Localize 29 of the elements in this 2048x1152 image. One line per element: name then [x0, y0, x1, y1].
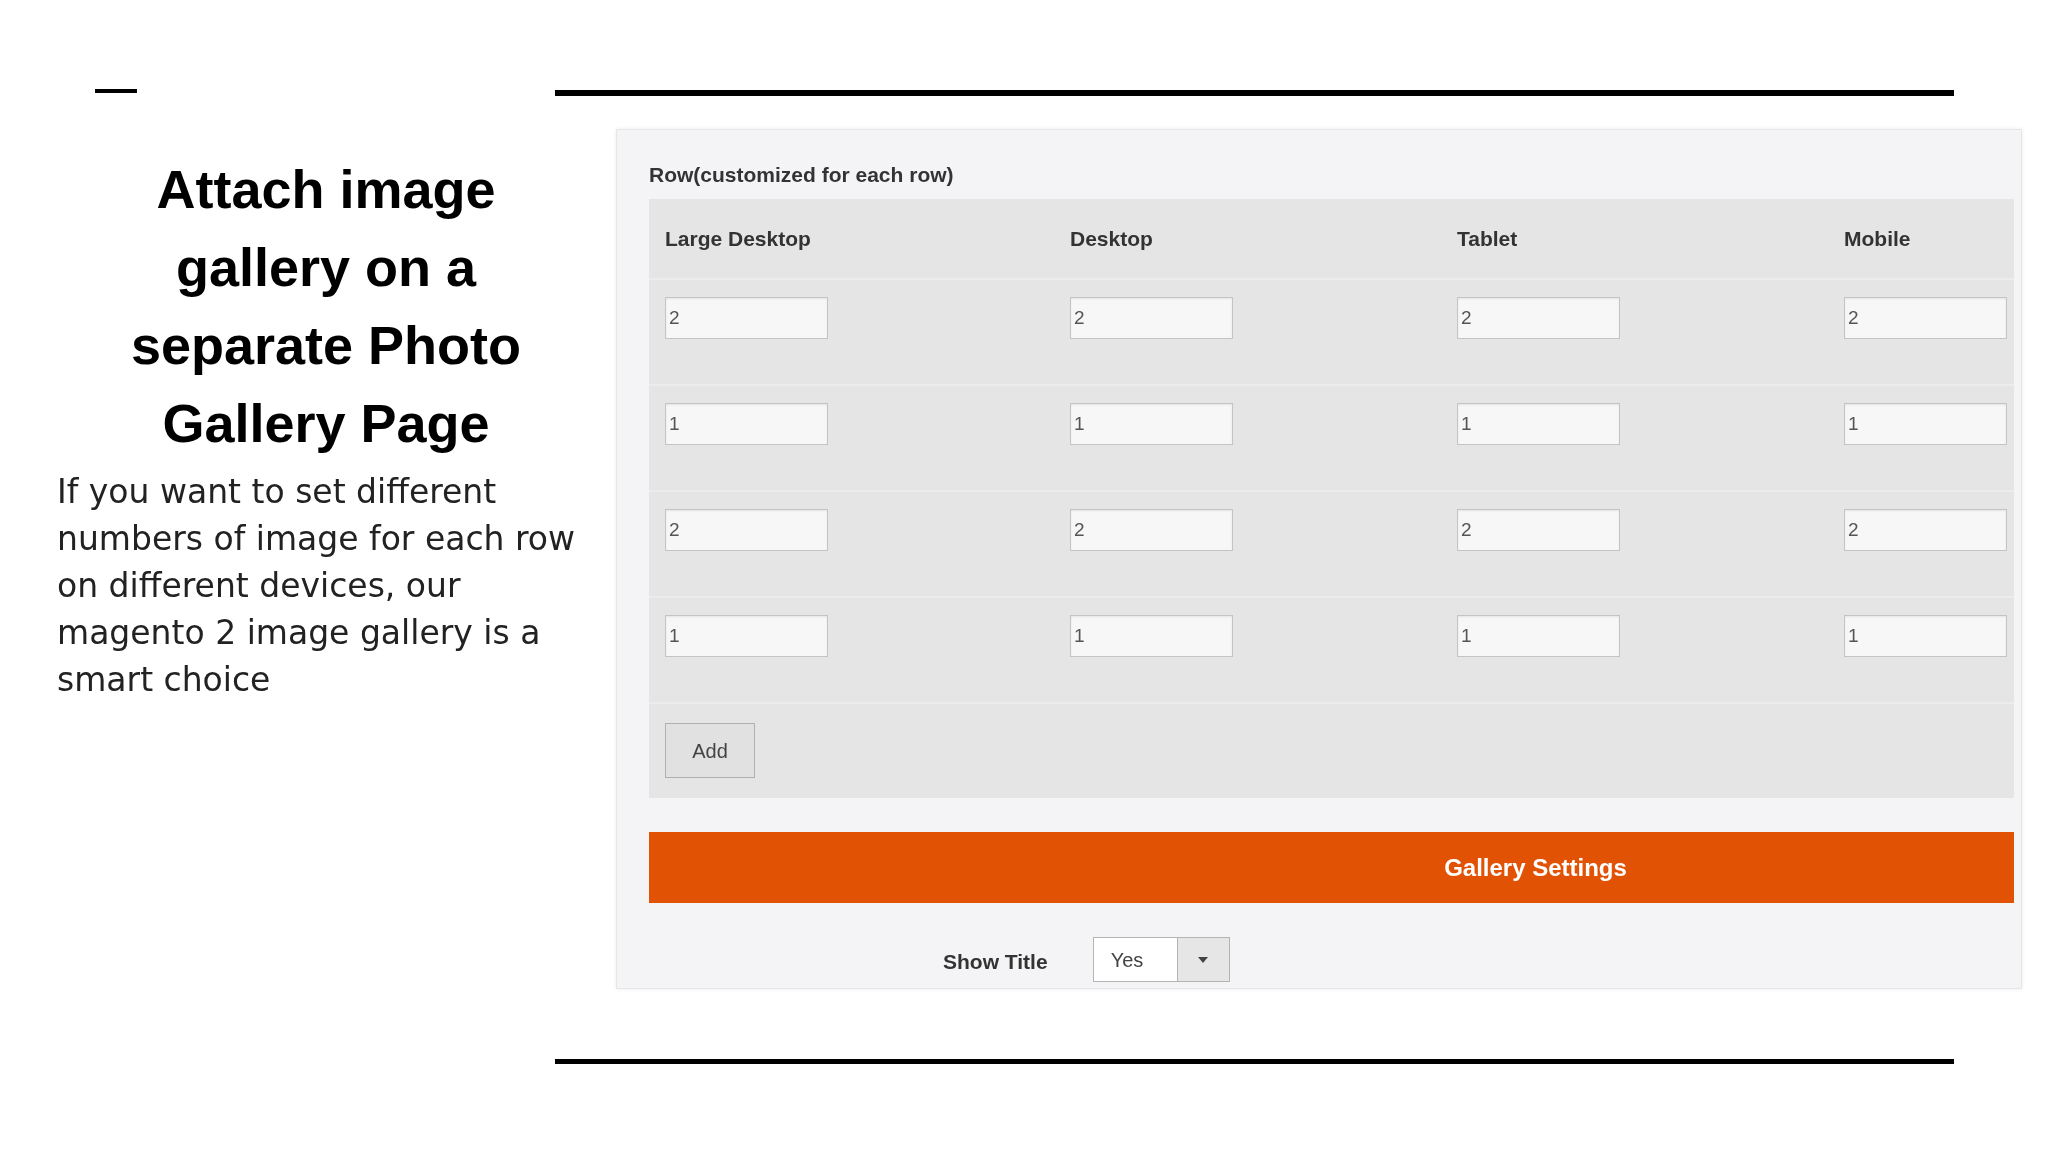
number-input[interactable]: 1 — [1844, 615, 2007, 657]
number-input[interactable]: 2 — [1457, 509, 1620, 551]
number-input[interactable]: 2 — [1844, 509, 2007, 551]
number-input[interactable]: 1 — [665, 403, 828, 445]
number-input[interactable]: 1 — [1070, 403, 1233, 445]
column-header: Large Desktop — [664, 225, 812, 252]
number-input[interactable]: 2 — [1070, 297, 1233, 339]
slide-description: If you want to set different numbers of image for each row on different devices, our magento 2 image gallery is a smart choice — [57, 471, 576, 701]
section-bar: Gallery Settings — [649, 832, 2014, 903]
column-header: Tablet — [1456, 225, 1519, 252]
number-input[interactable]: 2 — [665, 509, 828, 551]
accent-dash — [95, 89, 137, 93]
number-input[interactable]: 2 — [1844, 297, 2007, 339]
number-input[interactable]: 1 — [1844, 403, 2007, 445]
number-input[interactable]: 2 — [1070, 509, 1233, 551]
number-input[interactable]: 1 — [665, 615, 828, 657]
column-header: Mobile — [1843, 225, 1912, 252]
field-label: Show Title — [943, 948, 1048, 975]
number-input[interactable]: 1 — [1457, 403, 1620, 445]
section-label: Row(customized for each row) — [649, 163, 954, 187]
column-header: Desktop — [1069, 225, 1154, 252]
caret-icon — [1198, 956, 1209, 963]
number-input[interactable]: 2 — [1457, 297, 1620, 339]
number-input[interactable]: 2 — [665, 297, 828, 339]
add-button[interactable]: Add — [665, 723, 755, 778]
number-input[interactable]: 1 — [1457, 615, 1620, 657]
show-title-select[interactable]: Yes — [1092, 937, 1230, 982]
slide-title: Attach image gallery on a separate Photo Gallery Page — [129, 158, 523, 455]
number-input[interactable]: 1 — [1070, 615, 1233, 657]
